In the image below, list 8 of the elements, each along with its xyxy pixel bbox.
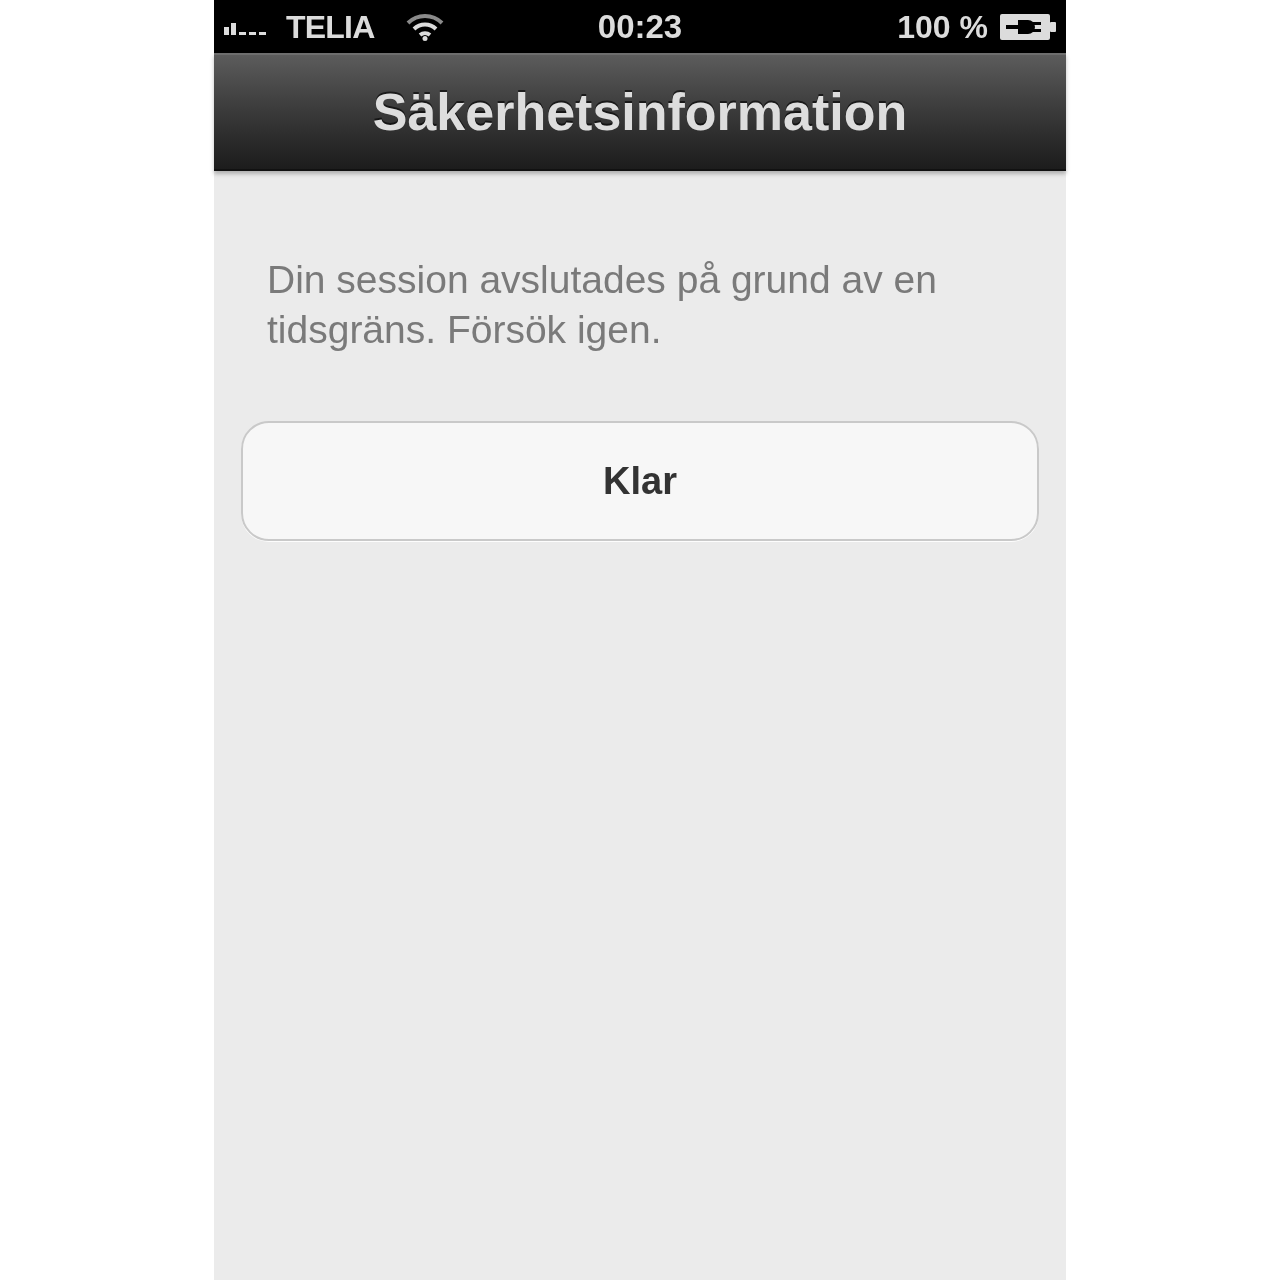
navigation-title: Säkerhetsinformation bbox=[372, 86, 908, 138]
carrier-name: TELIA bbox=[286, 10, 375, 43]
clock-time: 00:23 bbox=[597, 10, 683, 43]
battery-charging-icon bbox=[1000, 13, 1056, 40]
battery-percentage: 100 % bbox=[897, 10, 988, 43]
session-message: Din session avslutades på grund av en tidsgräns. Försök igen. bbox=[266, 257, 938, 353]
wifi-icon bbox=[406, 12, 445, 41]
done-button[interactable]: Klar bbox=[241, 421, 1039, 541]
